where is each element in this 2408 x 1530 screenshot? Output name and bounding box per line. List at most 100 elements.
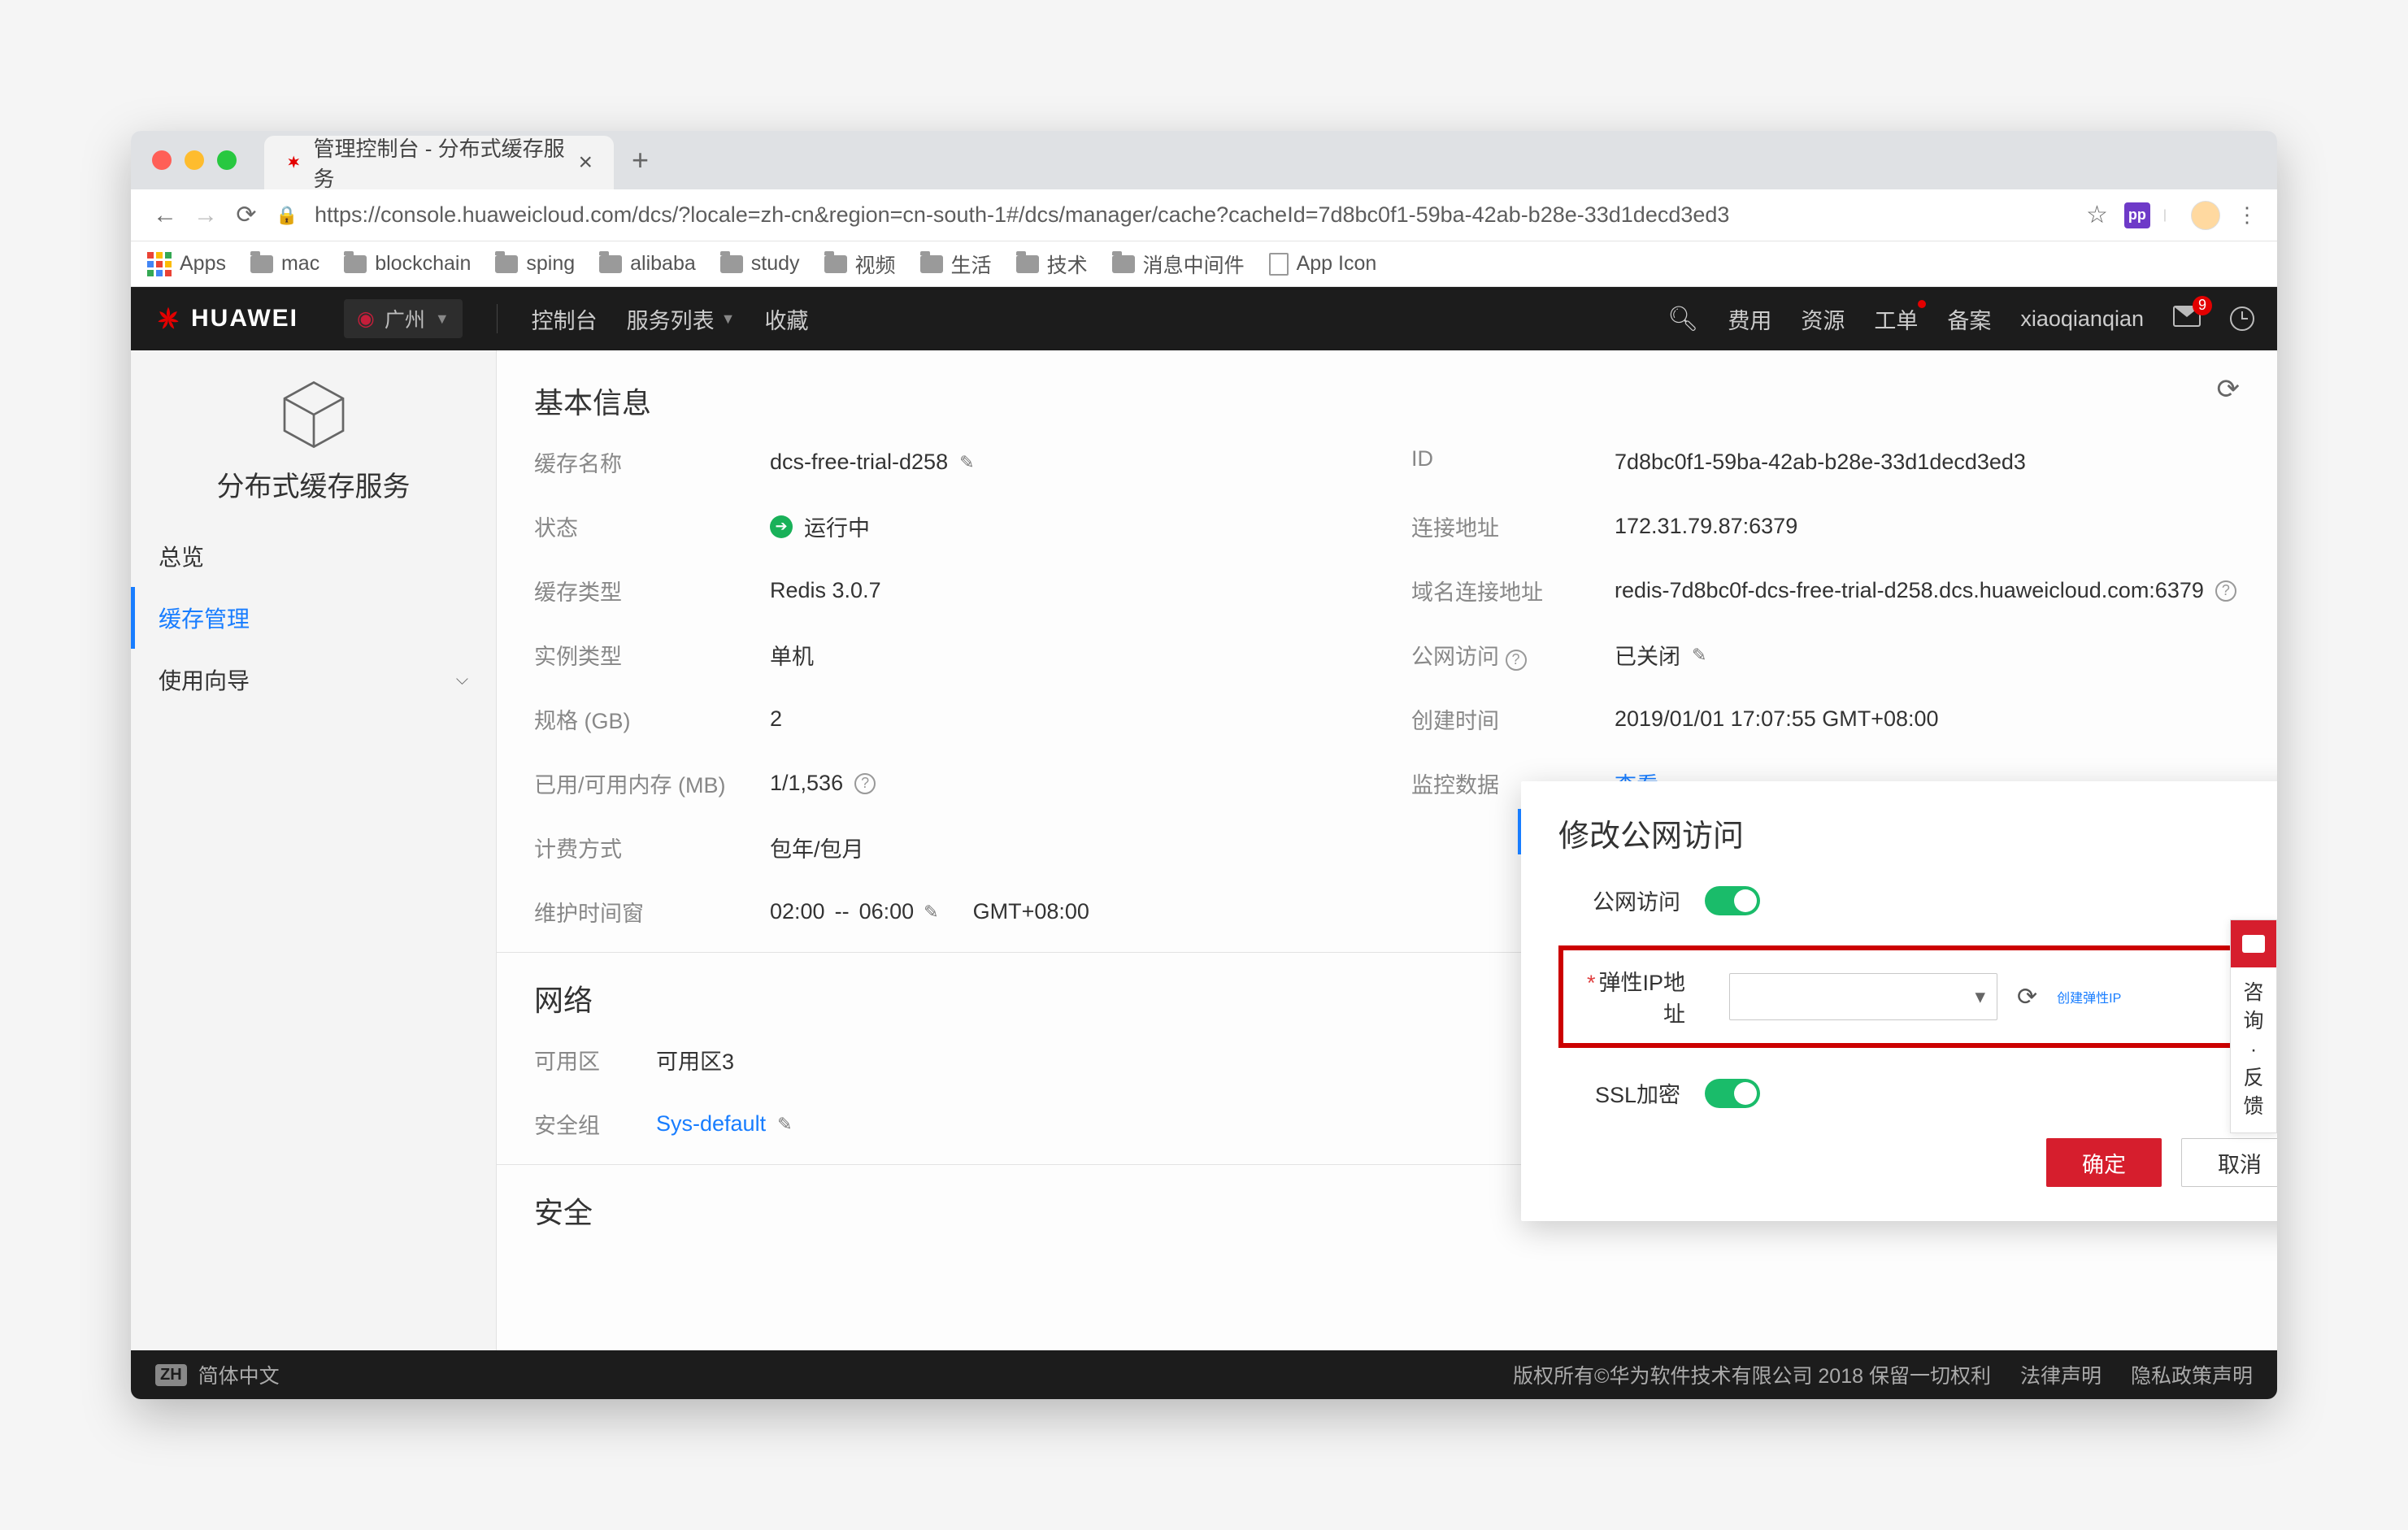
huawei-logo[interactable]: HUAWEI [154,304,298,333]
eip-select[interactable]: ▾ [1729,973,1997,1020]
edit-maint-icon[interactable]: ✎ [924,902,938,923]
console-link[interactable]: 控制台 [532,303,598,335]
edit-public-icon[interactable]: ✎ [1692,645,1706,666]
service-header: 分布式缓存服务 [131,350,496,525]
dialog-row-ssl: SSL加密 [1558,1077,2277,1109]
dialog-label-ssl: SSL加密 [1558,1077,1705,1109]
bookmarks-folder-life[interactable]: 生活 [920,250,992,279]
label-domain: 域名连接地址 [1411,575,1598,606]
region-name: 广州 [385,304,425,333]
bookmarks-folder-sping[interactable]: sping [495,252,575,276]
nav-reload-button[interactable]: ⟳ [228,198,264,233]
value-spec: 2 [770,703,1395,735]
close-tab-icon[interactable]: × [578,150,593,175]
speech-icon [2242,935,2265,953]
bookmarks-folder-mq[interactable]: 消息中间件 [1112,250,1245,279]
bookmarks-bar: Apps mac blockchain sping alibaba study … [131,241,2277,287]
record-link[interactable]: 备案 [1947,303,1991,335]
service-name: 分布式缓存服务 [217,464,411,504]
label-conn: 连接地址 [1411,511,1598,542]
bookmarks-page-appicon[interactable]: App Icon [1269,252,1377,276]
profile-avatar-icon[interactable] [2191,201,2220,230]
label-sg: 安全组 [534,1108,640,1140]
sg-link[interactable]: Sys-default [656,1111,766,1137]
mail-button[interactable]: 9 [2173,306,2201,333]
minimize-window-button[interactable] [185,150,204,170]
brand-text: HUAWEI [191,305,298,333]
work-area: 分布式缓存服务 总览 缓存管理 使用向导⌵ ⟳ 基本信息 缓存名称 dcs-fr… [131,350,2277,1350]
divider [497,304,498,333]
resource-link[interactable]: 资源 [1801,303,1845,335]
nav-forward-button[interactable]: → [188,198,224,233]
browser-menu-icon[interactable]: ⋮ [2236,202,2261,228]
refresh-button[interactable]: ⟳ [2217,373,2241,406]
browser-tab[interactable]: 管理控制台 - 分布式缓存服务 × [264,136,614,189]
public-access-toggle[interactable] [1705,886,1760,915]
help-icon[interactable]: ? [854,773,876,794]
region-selector[interactable]: ◉ 广州 ▼ [344,299,463,338]
folder-icon [344,255,367,273]
status-running-icon: ➔ [770,515,793,538]
privacy-link[interactable]: 隐私政策声明 [2131,1360,2253,1389]
service-list-link[interactable]: 服务列表▼ [627,303,736,335]
value-conn: 172.31.79.87:6379 [1615,511,2240,542]
nav-back-button[interactable]: ← [147,198,183,233]
edit-name-icon[interactable]: ✎ [959,452,974,473]
legal-link[interactable]: 法律声明 [2020,1360,2102,1389]
create-eip-link[interactable]: 创建弹性IP [2057,987,2121,1006]
https-lock-icon[interactable]: 🔒 [269,198,305,233]
clock-icon[interactable] [2230,306,2254,331]
ticket-link[interactable]: 工单 [1874,303,1918,335]
label-id: ID [1411,446,1598,478]
tab-strip: 管理控制台 - 分布式缓存服务 × + [131,131,2277,189]
value-mem: 1/1,536? [770,767,1395,799]
apps-grid-icon [147,252,172,276]
label-name: 缓存名称 [534,446,754,478]
bookmarks-apps[interactable]: Apps [147,252,226,276]
value-name: dcs-free-trial-d258✎ [770,446,1395,478]
label-az: 可用区 [534,1044,640,1076]
maximize-window-button[interactable] [217,150,237,170]
label-type: 缓存类型 [534,575,754,606]
address-bar[interactable]: https://console.huaweicloud.com/dcs/?loc… [310,202,2081,228]
close-window-button[interactable] [152,150,172,170]
edit-sg-icon[interactable]: ✎ [777,1114,792,1135]
lang-selector[interactable]: 简体中文 [198,1360,280,1389]
window-controls [152,150,237,170]
sidebar-item-guide[interactable]: 使用向导⌵ [131,649,496,711]
hexagon-icon [277,378,350,451]
mail-badge: 9 [2193,296,2212,315]
username-label[interactable]: xiaoqianqian [2020,306,2144,332]
sidebar-item-overview[interactable]: 总览 [131,525,496,587]
folder-icon [250,255,273,273]
bookmarks-folder-alibaba[interactable]: alibaba [599,252,696,276]
favorites-link[interactable]: 收藏 [765,303,809,335]
bookmarks-folder-study[interactable]: study [720,252,800,276]
value-public: 已关闭✎ [1615,639,2240,671]
help-icon[interactable]: ? [2215,580,2236,602]
bookmarks-folder-tech[interactable]: 技术 [1016,250,1088,279]
footer-right: 版权所有©华为软件技术有限公司 2018 保留一切权利 法律声明 隐私政策声明 [1513,1360,2253,1389]
value-type: Redis 3.0.7 [770,575,1395,606]
extension-icon[interactable]: pp [2124,202,2150,228]
lang-badge: ZH [155,1364,187,1386]
label-maint: 维护时间窗 [534,896,754,928]
fee-link[interactable]: 费用 [1728,303,1771,335]
header-right: 🔍︎ 费用 资源 工单 备案 xiaoqianqian 9 [1667,303,2254,335]
bookmark-star-icon[interactable]: ☆ [2086,201,2108,229]
sidebar: 分布式缓存服务 总览 缓存管理 使用向导⌵ [131,350,497,1350]
ssl-toggle[interactable] [1705,1079,1760,1108]
help-icon[interactable]: ? [1506,650,1527,671]
bookmarks-folder-blockchain[interactable]: blockchain [344,252,471,276]
folder-icon [920,255,943,273]
cancel-button[interactable]: 取消 [2181,1138,2277,1187]
bookmarks-folder-video[interactable]: 视频 [824,250,896,279]
bookmarks-folder-mac[interactable]: mac [250,252,319,276]
confirm-button[interactable]: 确定 [2046,1138,2162,1187]
new-tab-button[interactable]: + [632,143,649,177]
sidebar-item-cache-mgmt[interactable]: 缓存管理 [131,587,496,649]
value-billing: 包年/包月 [770,832,1395,863]
feedback-tab[interactable]: 咨询·反馈 [2230,919,2277,1133]
refresh-eip-icon[interactable]: ⟳ [2017,983,2037,1011]
search-icon[interactable]: 🔍︎ [1667,305,1698,333]
